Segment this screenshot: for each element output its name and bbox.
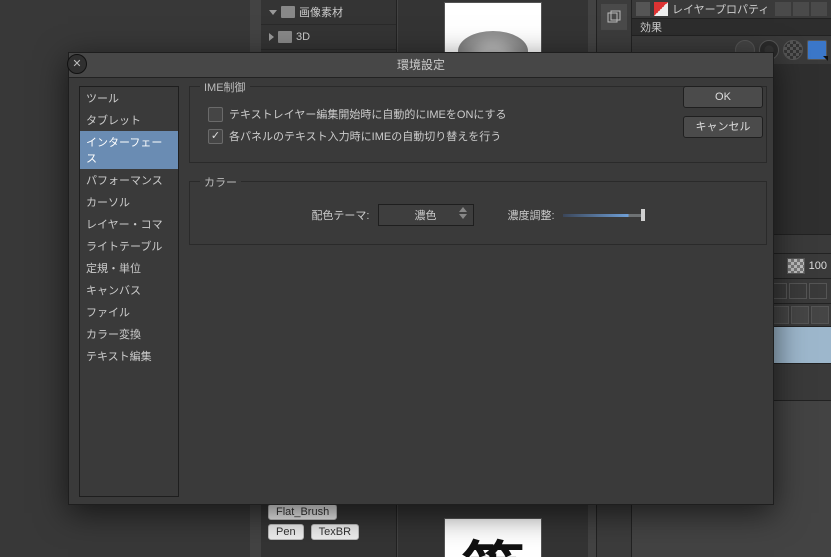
color-theme-label: 配色テーマ: [311, 207, 369, 223]
checkbox-label: 各パネルのテキスト入力時にIMEの自動切り替えを行う [229, 128, 501, 144]
category-layer-frame[interactable]: レイヤー・コマ [80, 213, 178, 235]
checkbox-ime-auto-switch[interactable]: 各パネルのテキスト入力時にIMEの自動切り替えを行う [208, 128, 756, 144]
group-legend-color: カラー [200, 174, 241, 190]
dialog-title: 環境設定 [397, 58, 445, 72]
material-thumb-brush[interactable]: 筆 [444, 518, 542, 557]
close-dialog-button[interactable]: ✕ [67, 54, 87, 74]
brush-glyph-icon: 筆 [461, 521, 525, 557]
group-legend-ime: IME制御 [200, 79, 250, 95]
dialog-buttons: OK キャンセル [683, 86, 763, 138]
category-canvas[interactable]: キャンバス [80, 279, 178, 301]
density-slider[interactable] [563, 214, 645, 217]
tree-item-3d[interactable]: 3D [261, 25, 396, 50]
select-value: 濃色 [415, 207, 437, 223]
slider-track [563, 214, 645, 217]
grip-icon [636, 2, 650, 16]
category-ruler-unit[interactable]: 定規・単位 [80, 257, 178, 279]
tag-flat-brush[interactable]: Flat_Brush [268, 504, 337, 520]
category-text-edit[interactable]: テキスト編集 [80, 345, 178, 367]
tag-pen[interactable]: Pen [268, 524, 304, 540]
panel-title: レイヤープロパティ [672, 1, 769, 17]
lock-pos-icon[interactable] [809, 283, 827, 299]
tree-item-label: 3D [296, 31, 310, 43]
chevron-right-icon [269, 33, 274, 41]
density-label: 濃度調整: [508, 207, 555, 223]
opacity-value[interactable]: 100 [809, 260, 827, 272]
tree-item-label: 画像素材 [299, 4, 343, 20]
menu-icon[interactable] [793, 2, 809, 16]
category-file[interactable]: ファイル [80, 301, 178, 323]
dialog-titlebar[interactable]: ✕ 環境設定 [69, 53, 773, 78]
color-theme-select[interactable]: 濃色 [378, 204, 474, 226]
slider-knob-icon [641, 209, 645, 221]
checkbox-checked-icon [208, 129, 223, 144]
lock-pixel-icon[interactable] [789, 283, 807, 299]
close-panel-icon[interactable] [811, 2, 827, 16]
delete-layer-icon[interactable] [811, 306, 829, 324]
minimize-icon[interactable] [775, 2, 791, 16]
effect-row: 効果 [632, 19, 831, 36]
close-icon: ✕ [72, 59, 81, 70]
effect-tone-icon[interactable] [783, 40, 803, 60]
effect-label: 効果 [640, 19, 662, 35]
cube-icon [278, 31, 292, 43]
app-backdrop: 画像素材 3D ComicStudio 筆 Flat_Brush Pen Tex… [0, 0, 831, 557]
category-light-table[interactable]: ライトテーブル [80, 235, 178, 257]
ok-button[interactable]: OK [683, 86, 763, 108]
preferences-content: IME制御 テキストレイヤー編集開始時に自動的にIMEをONにする 各パネルのテ… [179, 78, 773, 505]
opacity-checker-icon [787, 258, 805, 274]
category-list: ツール タブレット インターフェース パフォーマンス カーソル レイヤー・コマ … [79, 86, 179, 497]
picture-icon [281, 6, 295, 18]
color-group: カラー 配色テーマ: 濃色 濃度調整: [189, 181, 767, 245]
tree-item-image[interactable]: 画像素材 [261, 0, 396, 25]
category-performance[interactable]: パフォーマンス [80, 169, 178, 191]
category-interface[interactable]: インターフェース [80, 131, 178, 169]
category-color-convert[interactable]: カラー変換 [80, 323, 178, 345]
layer-property-header[interactable]: レイヤープロパティ [632, 0, 831, 19]
category-tablet[interactable]: タブレット [80, 109, 178, 131]
paste-material-icon[interactable] [601, 4, 627, 30]
brush-tag-area: Flat_Brush Pen TexBR [266, 502, 361, 542]
chevron-down-icon [269, 10, 277, 15]
cancel-button[interactable]: キャンセル [683, 116, 763, 138]
preferences-dialog: ✕ 環境設定 ツール タブレット インターフェース パフォーマンス カーソル レ… [68, 52, 774, 505]
ruler-icon[interactable] [791, 306, 809, 324]
tag-texbr[interactable]: TexBR [311, 524, 359, 540]
category-cursor[interactable]: カーソル [80, 191, 178, 213]
stepper-arrows-icon [459, 207, 469, 219]
effect-layer-color-icon[interactable] [807, 40, 827, 60]
layer-prop-icon [654, 2, 668, 16]
category-tool[interactable]: ツール [80, 87, 178, 109]
ime-control-group: IME制御 テキストレイヤー編集開始時に自動的にIMEをONにする 各パネルのテ… [189, 86, 767, 163]
checkbox-label: テキストレイヤー編集開始時に自動的にIMEをONにする [229, 106, 507, 122]
checkbox-icon [208, 107, 223, 122]
checkbox-ime-on-start[interactable]: テキストレイヤー編集開始時に自動的にIMEをONにする [208, 106, 756, 122]
